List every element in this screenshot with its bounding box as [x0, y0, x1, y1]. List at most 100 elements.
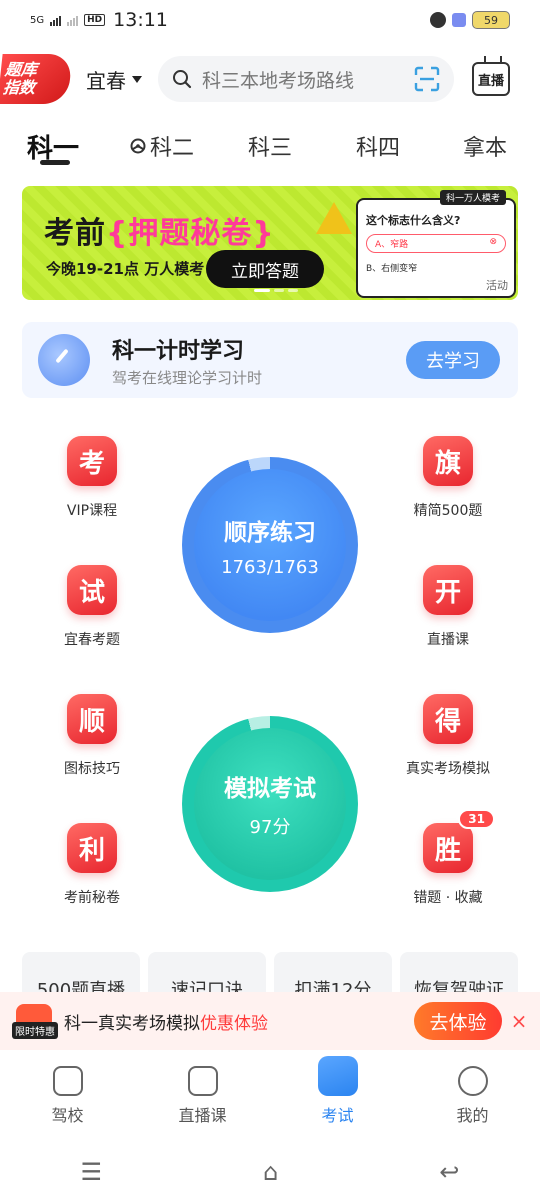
card-option-a: A、窄路 ⊗: [366, 234, 506, 253]
chip-500-live[interactable]: 500题直播: [22, 952, 140, 992]
shun-icon: 顺: [67, 694, 117, 744]
grid-item-live-course[interactable]: 开 直播课: [388, 565, 508, 649]
promo-main: 科一真实考场模拟: [64, 1013, 200, 1034]
banner-title-a: 考前: [44, 216, 106, 251]
tab-license[interactable]: 拿本: [463, 130, 507, 162]
menu-icon[interactable]: ☰: [81, 1158, 103, 1186]
stopwatch-icon: [38, 334, 90, 386]
kai-icon: 开: [423, 565, 473, 615]
school-icon: [52, 1066, 83, 1096]
timed-study-card[interactable]: 科一计时学习 驾考在线理论学习计时 去学习: [22, 322, 518, 398]
wrong-mark-icon: ⊗: [489, 237, 497, 247]
card-question: 这个标志什么含义?: [366, 214, 461, 227]
battery-icon: 59: [472, 11, 510, 29]
chip-restore-license[interactable]: 恢复驾驶证: [400, 952, 518, 992]
banner-pagination: [254, 289, 298, 292]
tab-ke2-label: 科二: [150, 136, 195, 161]
grid-item-local-questions[interactable]: 试 宜春考题: [32, 565, 152, 649]
active-tab-indicator: [40, 160, 70, 165]
live-button[interactable]: 直播: [472, 62, 510, 96]
grid-label: 精简500题: [413, 503, 483, 519]
grid-item-sign-tips[interactable]: 顺 图标技巧: [32, 694, 152, 778]
banner-subtitle: 今晚19-21点 万人模考: [46, 260, 205, 278]
exam-title: 模拟考试: [224, 776, 316, 802]
try-button[interactable]: 去体验: [414, 1002, 502, 1040]
tab-ke3[interactable]: 科三: [248, 130, 292, 162]
tab-me[interactable]: 我的: [405, 1052, 540, 1140]
promo-strip[interactable]: 科一真实考场模拟优惠体验 去体验 ×: [0, 992, 540, 1050]
steering-wheel-icon: [130, 138, 146, 154]
warning-sign-icon: [316, 202, 352, 234]
city-selector[interactable]: 宜春: [86, 65, 142, 94]
grid-item-vip-course[interactable]: 考 VIP课程: [32, 436, 152, 520]
tv-icon: [187, 1066, 218, 1096]
tab-label: 直播课: [178, 1106, 227, 1125]
card-head: 科一万人模考: [439, 190, 506, 205]
home-icon[interactable]: ⌂: [263, 1158, 278, 1186]
mock-exam-button[interactable]: 模拟考试 97分: [182, 716, 358, 892]
qi-icon: 旗: [423, 436, 473, 486]
grid-label: 直播课: [427, 632, 469, 648]
exam-folder-icon: [317, 1056, 358, 1096]
city-name: 宜春: [86, 68, 126, 93]
study-title: 科一计时学习: [112, 338, 245, 364]
subject-tabs: 科一 科二 科三 科四 拿本: [0, 124, 540, 174]
tab-ke2[interactable]: 科二: [130, 130, 194, 162]
ad-tag: 活动: [482, 276, 512, 294]
banner-answer-button[interactable]: 立即答题: [206, 250, 324, 288]
signal-icon: [50, 14, 62, 26]
grid-item-500-questions[interactable]: 旗 精简500题: [388, 436, 508, 520]
hd-icon: HD: [84, 14, 106, 26]
search-bar[interactable]: 科三本地考场路线: [158, 56, 454, 102]
sheng-char: 胜: [434, 835, 461, 866]
tab-driving-school[interactable]: 驾校: [0, 1052, 135, 1140]
tab-ke4[interactable]: 科四: [356, 130, 400, 162]
search-input[interactable]: 科三本地考场路线: [202, 66, 404, 93]
bottom-tab-bar: 驾校 直播课 考试 我的: [0, 1052, 540, 1140]
tab-live-course[interactable]: 直播课: [135, 1052, 270, 1140]
scan-icon[interactable]: [414, 66, 440, 92]
chip-12-points[interactable]: 扣满12分: [274, 952, 392, 992]
banner-title: 考前{押题秘卷}: [44, 208, 275, 252]
grid-label: 图标技巧: [64, 761, 120, 777]
grid-label: 真实考场模拟: [406, 761, 490, 777]
grid-item-real-exam-sim[interactable]: 得 真实考场模拟: [388, 694, 508, 778]
signal-icon-2: [67, 14, 79, 26]
promo-highlight: 优惠体验: [200, 1013, 268, 1034]
promo-text: 科一真实考场模拟优惠体验: [64, 1009, 268, 1034]
banner-title-b: {押题秘卷}: [106, 216, 275, 251]
card-option-b: B、右侧变窄: [366, 264, 418, 274]
card-option-a-label: A、窄路: [375, 240, 409, 250]
tab-exam[interactable]: 考试: [270, 1052, 405, 1140]
chip-mnemonics[interactable]: 速记口诀: [148, 952, 266, 992]
exam-score: 97分: [249, 817, 291, 838]
grid-label: 错题 · 收藏: [413, 890, 483, 906]
tab-label: 考试: [321, 1106, 354, 1125]
grid-label: 宜春考题: [64, 632, 120, 648]
practice-progress: 1763/1763: [221, 556, 319, 578]
li-icon: 利: [67, 823, 117, 873]
grid-label: 考前秘卷: [64, 890, 120, 906]
tiku-index-logo[interactable]: 题库 指数: [0, 54, 73, 104]
study-subtitle: 驾考在线理论学习计时: [112, 368, 263, 387]
practice-title: 顺序练习: [224, 519, 316, 546]
sequential-practice-button[interactable]: 顺序练习 1763/1763: [182, 457, 358, 633]
caret-down-icon: [132, 75, 142, 83]
clock: 13:11: [113, 9, 168, 31]
grid-item-secret-paper[interactable]: 利 考前秘卷: [32, 823, 152, 907]
sheng-icon: 胜 31: [423, 809, 495, 873]
quick-links: 500题直播 速记口诀 扣满12分 恢复驾驶证: [22, 952, 522, 992]
back-icon[interactable]: ↩: [439, 1158, 459, 1186]
promo-banner[interactable]: 考前{押题秘卷} 今晚19-21点 万人模考 立即答题 科一万人模考 这个标志什…: [22, 186, 518, 300]
smile-icon: [457, 1066, 488, 1096]
search-icon: [173, 70, 192, 89]
close-icon[interactable]: ×: [502, 1009, 536, 1033]
live-label: 直播: [477, 73, 504, 89]
status-bar: 5G HD 13:11 59: [0, 0, 540, 40]
count-badge: 31: [458, 809, 495, 829]
go-study-button[interactable]: 去学习: [406, 341, 500, 379]
grid-item-wrong-favorites[interactable]: 胜 31 错题 · 收藏: [388, 809, 508, 907]
top-bar: 题库 指数 宜春 科三本地考场路线 直播: [0, 52, 540, 106]
shi-icon: 试: [67, 565, 117, 615]
system-nav-bar: ☰ ⌂ ↩: [0, 1140, 540, 1204]
